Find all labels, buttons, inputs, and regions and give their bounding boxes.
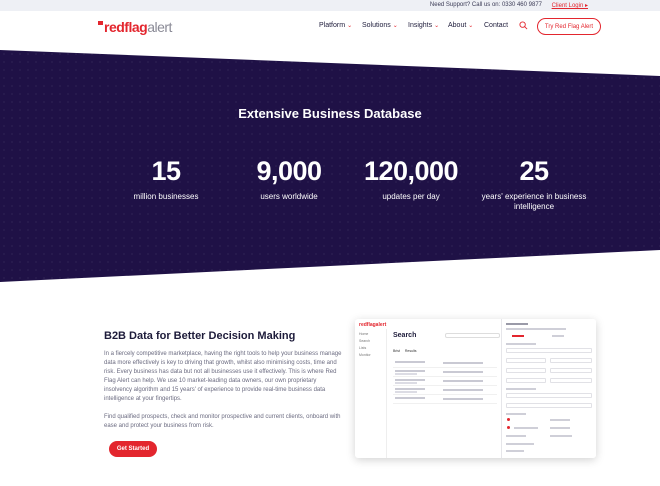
nav-item-label: Contact	[484, 22, 509, 29]
chevron-down-icon: ⌄	[392, 23, 398, 29]
mockup-table-row	[393, 377, 497, 386]
chevron-down-icon: ⌄	[434, 23, 440, 29]
mockup-tabs: Brist Results	[393, 349, 417, 353]
try-red-flag-alert-button[interactable]: Try Red Flag Alert	[537, 18, 601, 35]
mockup-sidebar: Home Search Lists Monitor	[355, 329, 387, 458]
nav-item-label: About	[448, 22, 467, 29]
get-started-button[interactable]: Get Started	[109, 441, 157, 457]
nav-item-contact[interactable]: Contact	[484, 22, 508, 29]
stat-years-experience: 25 years' experience in business intelli…	[474, 153, 594, 212]
section-paragraph: In a fiercely competitive marketplace, h…	[104, 351, 342, 402]
mockup-sidebar-item: Home	[359, 332, 369, 336]
mockup-table-row	[393, 395, 497, 404]
product-screenshot: redflagalert Home Search Lists Monitor S…	[355, 319, 596, 458]
logo-word-grey: alert	[147, 19, 172, 35]
mockup-logo: redflagalert	[359, 322, 387, 328]
mockup-table-row	[393, 359, 497, 368]
support-phone-text: Need Support? Call us on: 0330 460 9877	[429, 2, 542, 8]
stat-value: 15	[151, 156, 181, 186]
mockup-tab: Brist	[393, 349, 400, 353]
stat-label: million businesses	[133, 192, 199, 201]
redflagalert-logo[interactable]: redflag alert	[98, 19, 172, 35]
mockup-sidebar-item: Search	[359, 339, 371, 343]
search-icon[interactable]	[519, 21, 528, 30]
hero-title: Extensive Business Database	[238, 106, 422, 121]
logo-word-red: redflag	[104, 19, 148, 35]
mockup-table-row	[393, 368, 497, 377]
mockup-search-title: Search	[393, 332, 417, 339]
chevron-down-icon: ⌄	[347, 23, 353, 29]
nav-item-platform[interactable]: Platform ⌄	[319, 22, 352, 29]
stat-label: users worldwide	[260, 192, 318, 201]
stat-value: 120,000	[363, 156, 459, 186]
mockup-sidebar-item: Monitor	[359, 353, 371, 357]
top-utility-bar: Need Support? Call us on: 0330 460 9877 …	[0, 0, 660, 11]
mockup-filter-panel	[501, 319, 596, 458]
stat-updates: 120,000 updates per day	[351, 153, 471, 202]
nav-item-insights[interactable]: Insights ⌄	[408, 22, 439, 29]
mockup-tab: Results	[404, 349, 417, 353]
nav-item-label: Insights	[408, 22, 433, 29]
mockup-sidebar-item: Lists	[359, 346, 367, 350]
stat-value: 25	[519, 156, 549, 186]
nav-item-about[interactable]: About ⌄	[448, 22, 473, 29]
client-login-link[interactable]: Client Login ▸	[552, 2, 588, 9]
stat-label: updates per day	[382, 192, 440, 201]
logo-flag-mark	[98, 21, 103, 25]
mockup-table-row	[393, 386, 497, 395]
nav-item-label: Platform	[319, 22, 346, 29]
stat-users: 9,000 users worldwide	[229, 153, 349, 202]
nav-item-label: Solutions	[362, 22, 391, 29]
section-paragraph: Find qualified prospects, check and moni…	[104, 414, 341, 429]
main-nav: redflag alert Platform ⌄ Solutions ⌄ Ins…	[0, 11, 660, 44]
mockup-search-bar	[445, 333, 500, 338]
nav-item-solutions[interactable]: Solutions ⌄	[362, 22, 398, 29]
stat-label: years' experience in business intelligen…	[481, 192, 587, 211]
section-title: B2B Data for Better Decision Making	[104, 330, 296, 342]
chevron-down-icon: ⌄	[468, 23, 474, 29]
stat-businesses: 15 million businesses	[106, 153, 226, 202]
stat-value: 9,000	[256, 156, 322, 186]
